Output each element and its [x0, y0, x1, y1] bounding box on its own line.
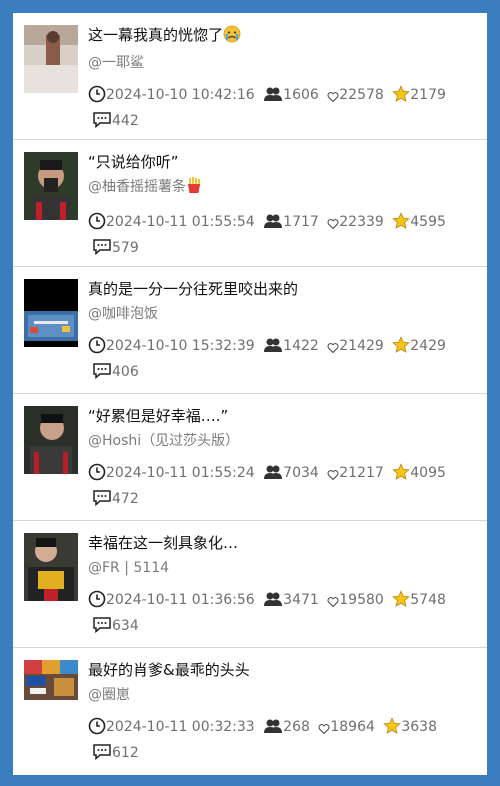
post-stats: 2024-10-10 10:42:16 1606 22578 2179 442	[88, 84, 458, 136]
post-author[interactable]: @圈崽	[88, 684, 479, 706]
post-author[interactable]: @Hoshi（见过莎头版）	[88, 430, 479, 452]
heart-icon	[318, 720, 330, 742]
clock-icon	[88, 336, 106, 361]
comment-icon	[92, 238, 112, 263]
post-stars: 4095	[410, 465, 446, 481]
comment-icon	[92, 616, 112, 641]
post-author[interactable]: @咖啡泡饭	[88, 303, 479, 325]
post-users: 7034	[283, 465, 319, 481]
post-title[interactable]: “只说给你听”	[88, 150, 479, 174]
post-users: 1422	[283, 338, 319, 354]
users-icon	[263, 590, 283, 615]
post-title[interactable]: 这一幕我真的恍惚了	[88, 23, 479, 50]
clock-icon	[88, 590, 106, 615]
post-author[interactable]: @柚香摇摇薯条	[88, 176, 479, 201]
clock-icon	[88, 463, 106, 488]
post-comments: 442	[112, 113, 139, 129]
post-card[interactable]: “只说给你听” @柚香摇摇薯条 2024-10-11 01:55:54 1717…	[13, 140, 487, 267]
post-time: 2024-10-11 00:32:33	[106, 719, 255, 735]
star-icon	[392, 590, 411, 615]
clock-icon	[88, 212, 106, 237]
heart-icon	[327, 339, 339, 361]
heart-icon	[327, 593, 339, 615]
post-time: 2024-10-11 01:55:54	[106, 214, 255, 230]
post-likes: 21429	[339, 338, 384, 354]
post-thumbnail[interactable]	[24, 533, 78, 601]
post-card[interactable]: 这一幕我真的恍惚了 @一耶鲨 2024-10-10 10:42:16 1606 …	[13, 13, 487, 140]
post-card[interactable]: 真的是一分一分往死里咬出来的 @咖啡泡饭 2024-10-10 15:32:39…	[13, 267, 487, 394]
post-stats: 2024-10-10 15:32:39 1422 21429 2429 406	[88, 335, 458, 387]
clock-icon	[88, 717, 106, 742]
post-stats: 2024-10-11 01:55:24 7034 21217 4095 472	[88, 462, 458, 514]
users-icon	[263, 336, 283, 361]
heart-icon	[327, 466, 339, 488]
star-icon	[383, 717, 402, 742]
comment-icon	[92, 362, 112, 387]
post-stats: 2024-10-11 01:36:56 3471 19580 5748 634	[88, 589, 458, 641]
post-stars: 2429	[410, 338, 446, 354]
heart-icon	[327, 215, 339, 237]
post-likes: 19580	[339, 592, 384, 608]
post-likes: 18964	[330, 719, 375, 735]
post-users: 1717	[283, 214, 319, 230]
post-stars: 2179	[410, 87, 446, 103]
post-likes: 21217	[339, 465, 384, 481]
post-thumbnail[interactable]	[24, 152, 78, 220]
post-card[interactable]: 幸福在这一刻具象化… @FR | 5114 2024-10-11 01:36:5…	[13, 521, 487, 648]
post-time: 2024-10-11 01:36:56	[106, 592, 255, 608]
post-time: 2024-10-10 15:32:39	[106, 338, 255, 354]
post-stats: 2024-10-11 00:32:33 268 18964 3638 612	[88, 716, 458, 768]
post-list: 这一幕我真的恍惚了 @一耶鲨 2024-10-10 10:42:16 1606 …	[13, 13, 487, 775]
comment-icon	[92, 111, 112, 136]
post-comments: 472	[112, 491, 139, 507]
post-card[interactable]: “好累但是好幸福….” @Hoshi（见过莎头版） 2024-10-11 01:…	[13, 394, 487, 521]
post-users: 268	[283, 719, 310, 735]
star-icon	[392, 212, 411, 237]
post-author[interactable]: @FR | 5114	[88, 557, 479, 579]
post-stars: 4595	[410, 214, 446, 230]
users-icon	[263, 212, 283, 237]
post-thumbnail[interactable]	[24, 660, 78, 700]
users-icon	[263, 85, 283, 110]
post-likes: 22578	[339, 87, 384, 103]
post-time: 2024-10-11 01:55:24	[106, 465, 255, 481]
post-likes: 22339	[339, 214, 384, 230]
post-users: 1606	[283, 87, 319, 103]
star-icon	[392, 336, 411, 361]
post-comments: 406	[112, 364, 139, 380]
post-title[interactable]: “好累但是好幸福….”	[88, 404, 479, 428]
fries-icon	[186, 176, 202, 201]
users-icon	[263, 717, 283, 742]
post-thumbnail[interactable]	[24, 25, 78, 93]
post-stars: 5748	[410, 592, 446, 608]
post-stats: 2024-10-11 01:55:54 1717 22339 4595 579	[88, 211, 458, 263]
star-icon	[392, 85, 411, 110]
post-users: 3471	[283, 592, 319, 608]
star-icon	[392, 463, 411, 488]
post-thumbnail[interactable]	[24, 279, 78, 347]
post-author[interactable]: @一耶鲨	[88, 52, 479, 74]
crying-face-icon	[223, 25, 241, 50]
post-stars: 3638	[401, 719, 437, 735]
users-icon	[263, 463, 283, 488]
post-time: 2024-10-10 10:42:16	[106, 87, 255, 103]
comment-icon	[92, 489, 112, 514]
post-comments: 579	[112, 240, 139, 256]
post-title[interactable]: 幸福在这一刻具象化…	[88, 531, 479, 555]
clock-icon	[88, 85, 106, 110]
post-thumbnail[interactable]	[24, 406, 78, 474]
post-card[interactable]: 最好的肖爹&最乖的头头 @圈崽 2024-10-11 00:32:33 268 …	[13, 648, 487, 775]
post-title[interactable]: 最好的肖爹&最乖的头头	[88, 658, 479, 682]
comment-icon	[92, 743, 112, 768]
post-comments: 612	[112, 745, 139, 761]
post-comments: 634	[112, 618, 139, 634]
heart-icon	[327, 88, 339, 110]
post-title[interactable]: 真的是一分一分往死里咬出来的	[88, 277, 479, 301]
